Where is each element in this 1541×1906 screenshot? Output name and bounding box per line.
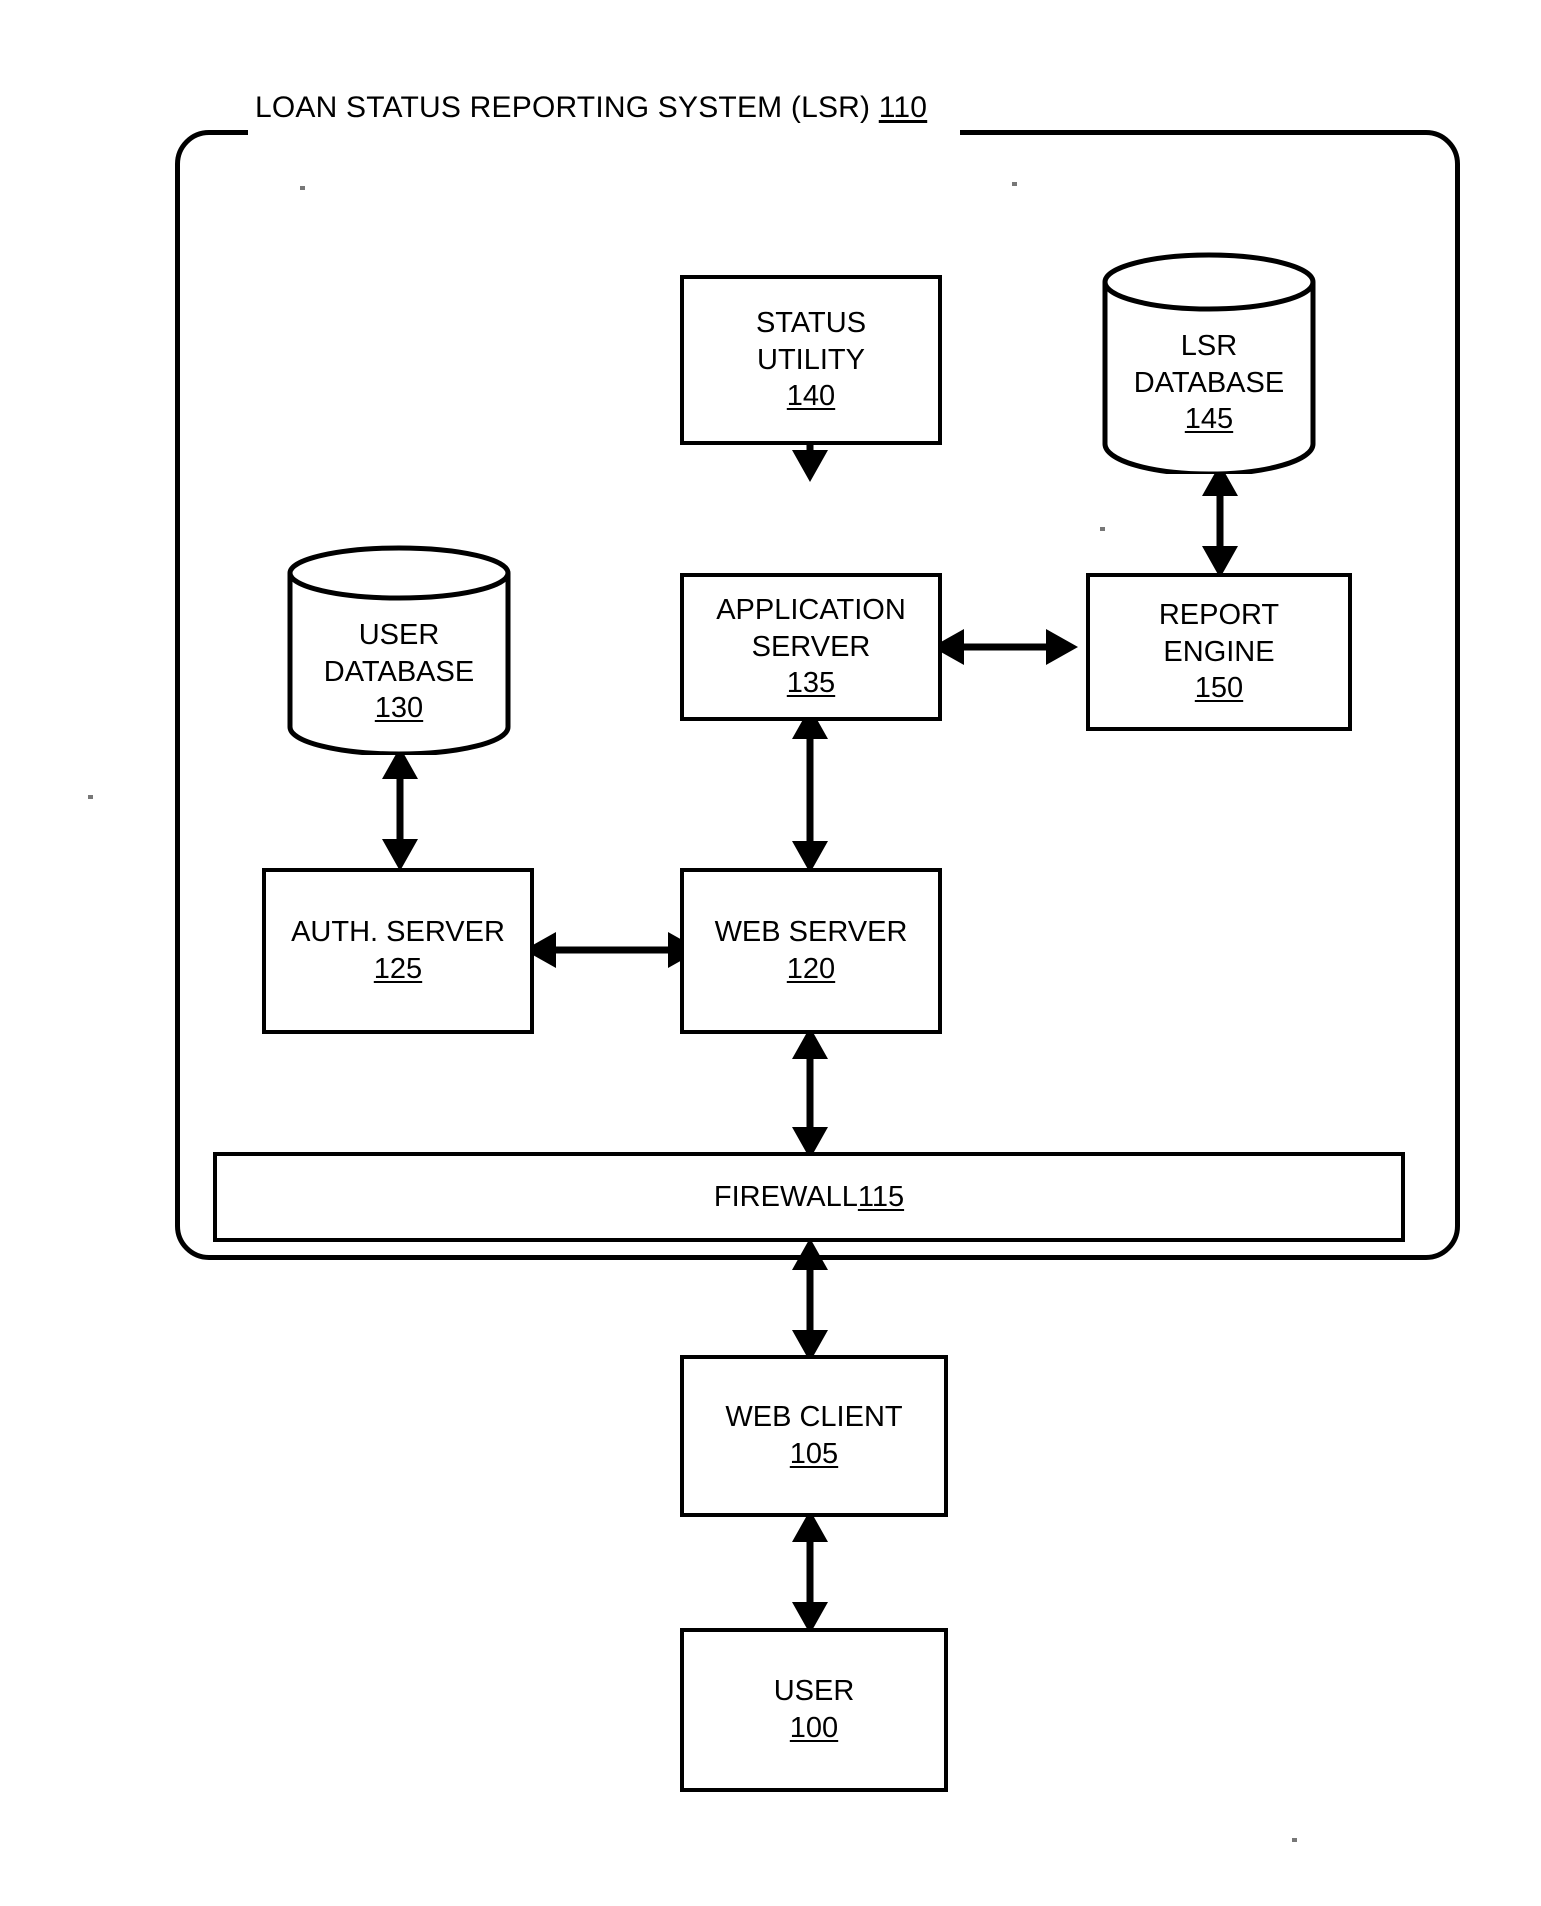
arrow-firewall-web-client [780, 1236, 840, 1364]
web-server-label: WEB SERVER [714, 916, 908, 949]
arrow-auth-server-web-server [522, 920, 702, 980]
node-application-server[interactable]: APPLICATION SERVER 135 [680, 573, 942, 721]
scan-speck [300, 186, 305, 190]
user-database-ref: 130 [374, 692, 424, 725]
report-engine-ref: 150 [1194, 672, 1244, 705]
lsr-database-label-line2: DATABASE [1133, 366, 1285, 399]
report-engine-label-line1: REPORT [1158, 599, 1280, 632]
node-user-database[interactable]: USER DATABASE 130 [285, 545, 513, 755]
node-web-server[interactable]: WEB SERVER 120 [680, 868, 942, 1034]
node-firewall[interactable]: FIREWALL 115 [213, 1152, 1405, 1242]
web-client-label: WEB CLIENT [725, 1401, 903, 1434]
arrow-application-server-web-server [780, 705, 840, 875]
application-server-label-line1: APPLICATION [716, 594, 906, 627]
firewall-label: FIREWALL [713, 1180, 858, 1213]
system-title: LOAN STATUS REPORTING SYSTEM (LSR) 110 [255, 88, 955, 128]
application-server-ref: 135 [786, 667, 836, 700]
node-auth-server[interactable]: AUTH. SERVER 125 [262, 868, 534, 1034]
node-status-utility[interactable]: STATUS UTILITY 140 [680, 275, 942, 445]
arrow-report-engine-lsr-database [1190, 462, 1250, 580]
user-database-label-line1: USER [358, 619, 440, 651]
node-user[interactable]: USER 100 [680, 1628, 948, 1792]
application-server-label-line2: SERVER [751, 630, 871, 663]
scan-speck [1012, 182, 1017, 186]
scan-speck [1100, 527, 1105, 531]
web-server-ref: 120 [786, 953, 836, 985]
firewall-ref: 115 [857, 1180, 905, 1213]
node-web-client[interactable]: WEB CLIENT 105 [680, 1355, 948, 1517]
auth-server-ref: 125 [373, 953, 423, 985]
status-utility-ref: 140 [786, 380, 836, 413]
arrow-web-client-user [780, 1508, 840, 1636]
system-title-text: LOAN STATUS REPORTING SYSTEM (LSR) [255, 91, 879, 124]
node-lsr-database[interactable]: LSR DATABASE 145 [1100, 252, 1318, 474]
scan-speck [1292, 1838, 1297, 1842]
user-label: USER [773, 1675, 855, 1708]
system-title-ref: 110 [878, 91, 928, 124]
arrow-web-server-firewall [780, 1025, 840, 1161]
arrow-application-server-report-engine [930, 617, 1080, 677]
status-utility-label-line2: UTILITY [757, 343, 865, 376]
patent-figure: LOAN STATUS REPORTING SYSTEM (LSR) 110 S… [0, 0, 1541, 1906]
report-engine-label-line2: ENGINE [1163, 635, 1275, 668]
user-database-label-line2: DATABASE [323, 655, 475, 688]
arrow-user-database-auth-server [370, 745, 430, 873]
user-ref: 100 [789, 1712, 839, 1744]
node-report-engine[interactable]: REPORT ENGINE 150 [1086, 573, 1352, 731]
web-client-ref: 105 [789, 1438, 839, 1470]
status-utility-label-line1: STATUS [755, 307, 867, 340]
scan-speck [88, 795, 93, 799]
lsr-database-label-line1: LSR [1180, 330, 1238, 362]
lsr-database-ref: 145 [1184, 403, 1234, 436]
auth-server-label: AUTH. SERVER [291, 916, 505, 949]
